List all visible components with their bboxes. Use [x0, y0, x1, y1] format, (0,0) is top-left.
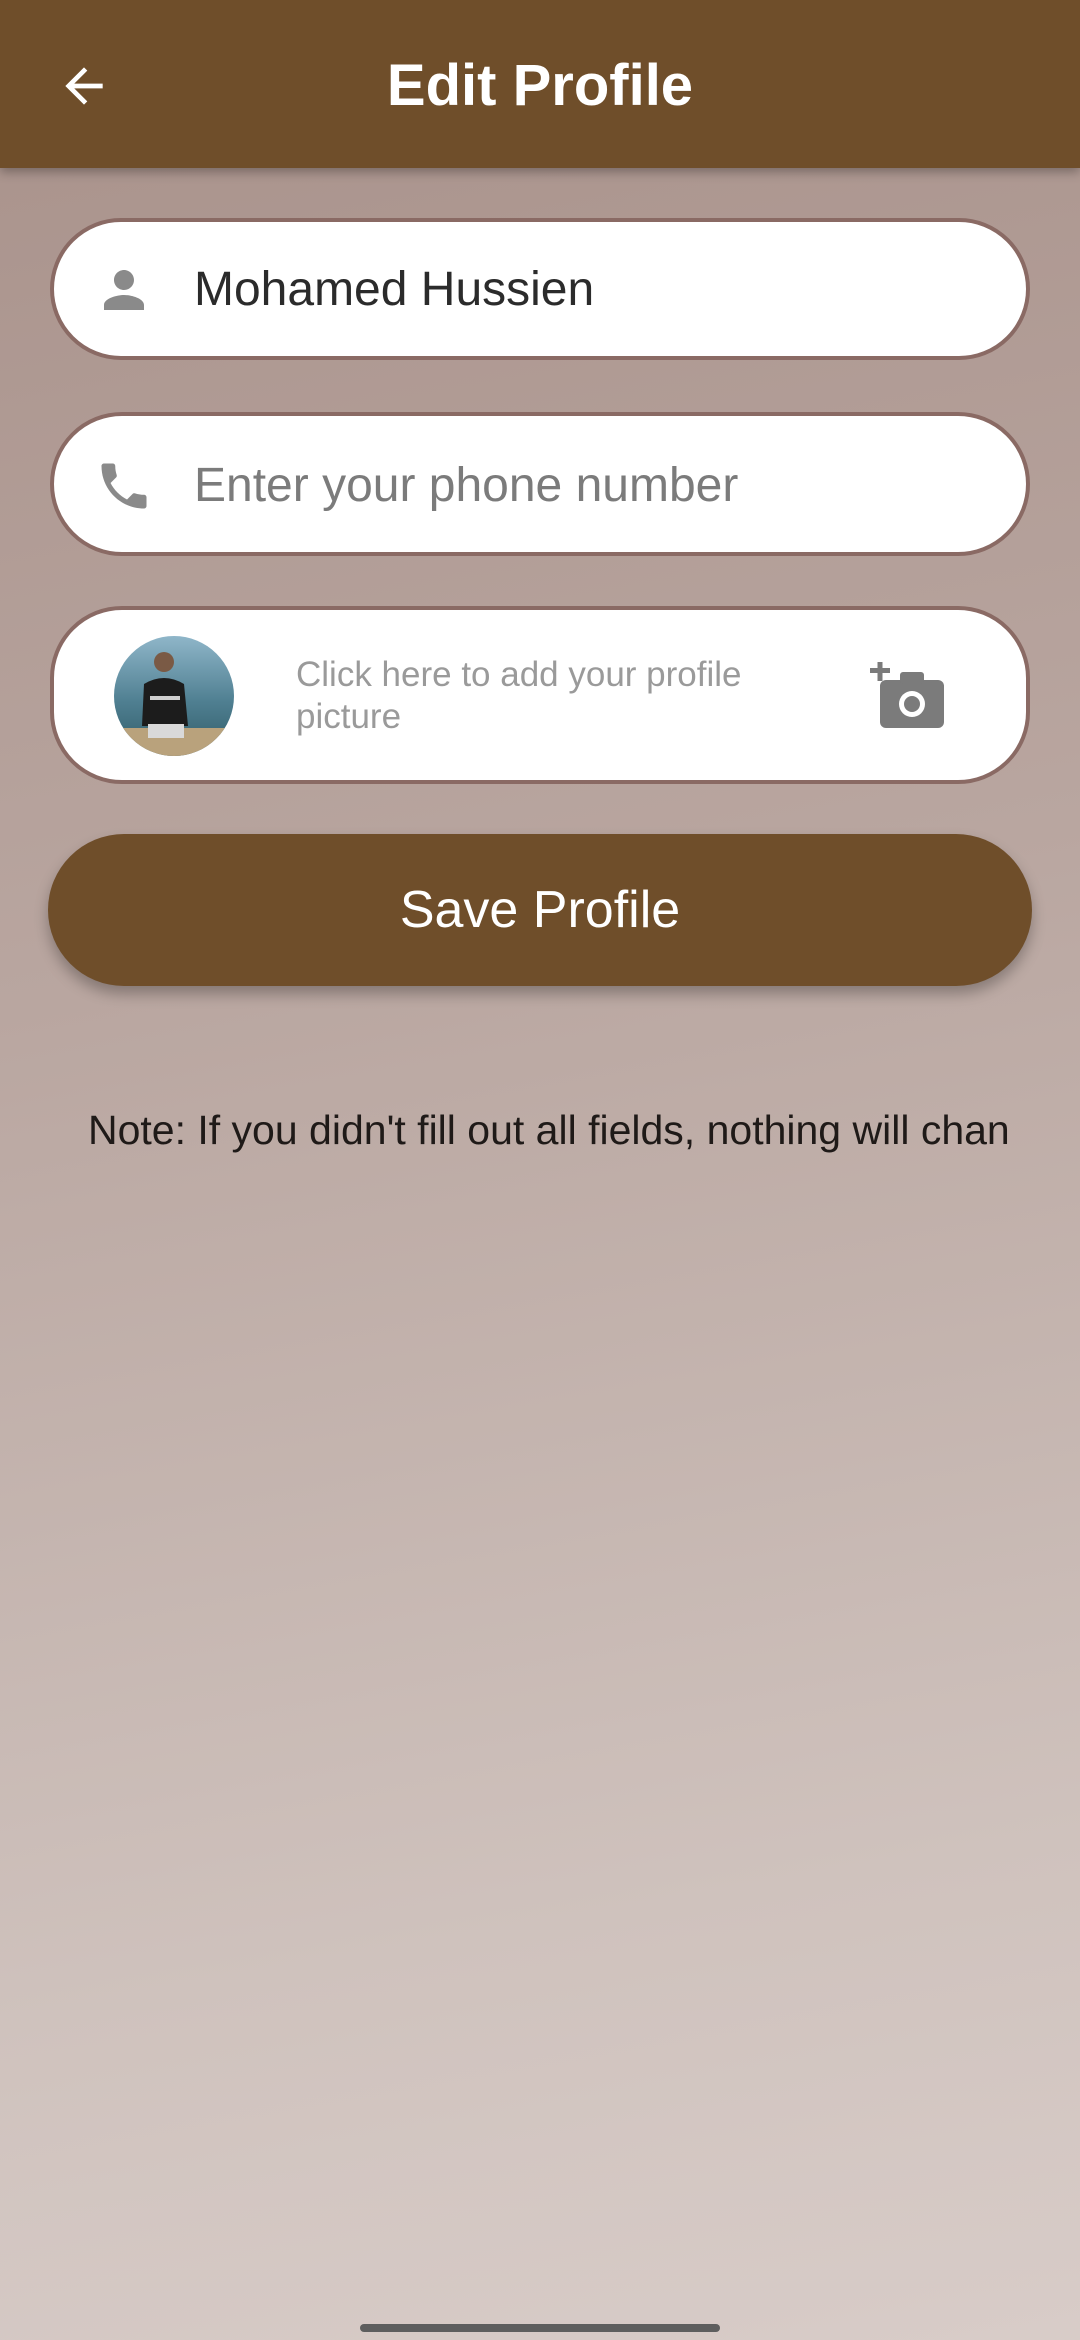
save-profile-button[interactable]: Save Profile: [48, 834, 1032, 986]
home-indicator[interactable]: [360, 2324, 720, 2332]
phone-field[interactable]: Enter your phone number: [50, 412, 1030, 556]
note-text: Note: If you didn't fill out all fields,…: [88, 1107, 1010, 1153]
add-a-photo-icon[interactable]: [870, 661, 952, 734]
profile-picture-hint: Click here to add your profile picture: [296, 655, 742, 736]
phone-input-placeholder[interactable]: Enter your phone number: [194, 456, 738, 516]
name-field[interactable]: Mohamed Hussien: [50, 218, 1030, 360]
page-title: Edit Profile: [386, 53, 694, 118]
person-icon: [92, 258, 156, 322]
phone-icon: [92, 454, 156, 518]
profile-picture-field[interactable]: Click here to add your profile picture: [50, 606, 1030, 784]
name-input-value[interactable]: Mohamed Hussien: [194, 260, 594, 320]
avatar: [114, 636, 234, 756]
app-bar: Edit Profile: [0, 0, 1080, 168]
